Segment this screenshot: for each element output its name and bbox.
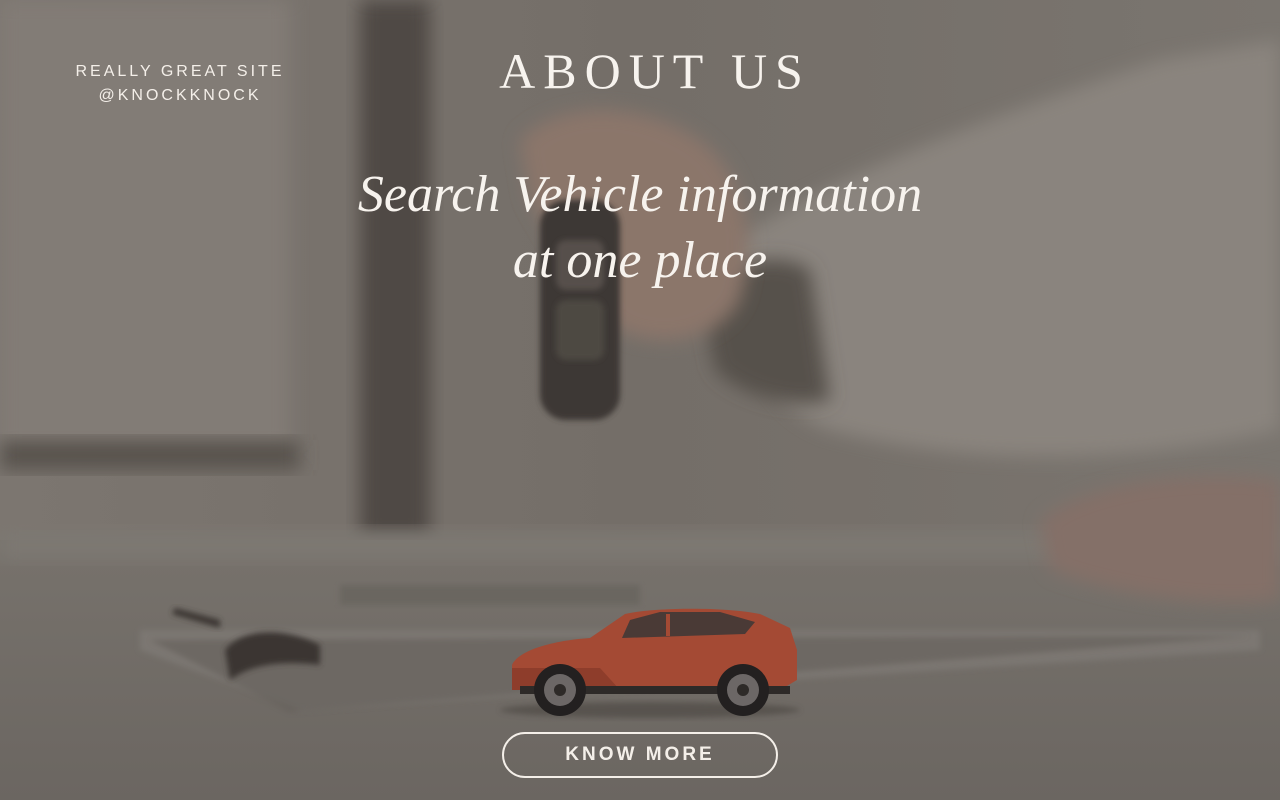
tagline-line-2: at one place [512, 232, 768, 289]
site-handle: @KNOCKKNOCK [98, 87, 262, 104]
know-more-button[interactable]: KNOW MORE [502, 732, 778, 778]
site-info: REALLY GREAT SITE @KNOCKKNOCK [40, 60, 320, 108]
site-name: REALLY GREAT SITE [75, 63, 285, 80]
tagline: Search Vehicle information at one place [290, 162, 990, 294]
tagline-line-1: Search Vehicle information [357, 166, 923, 223]
page-title: ABOUT US [499, 43, 811, 99]
background-photo [0, 0, 1280, 800]
about-us-page: REALLY GREAT SITE @KNOCKKNOCK ABOUT US S… [0, 0, 1280, 800]
